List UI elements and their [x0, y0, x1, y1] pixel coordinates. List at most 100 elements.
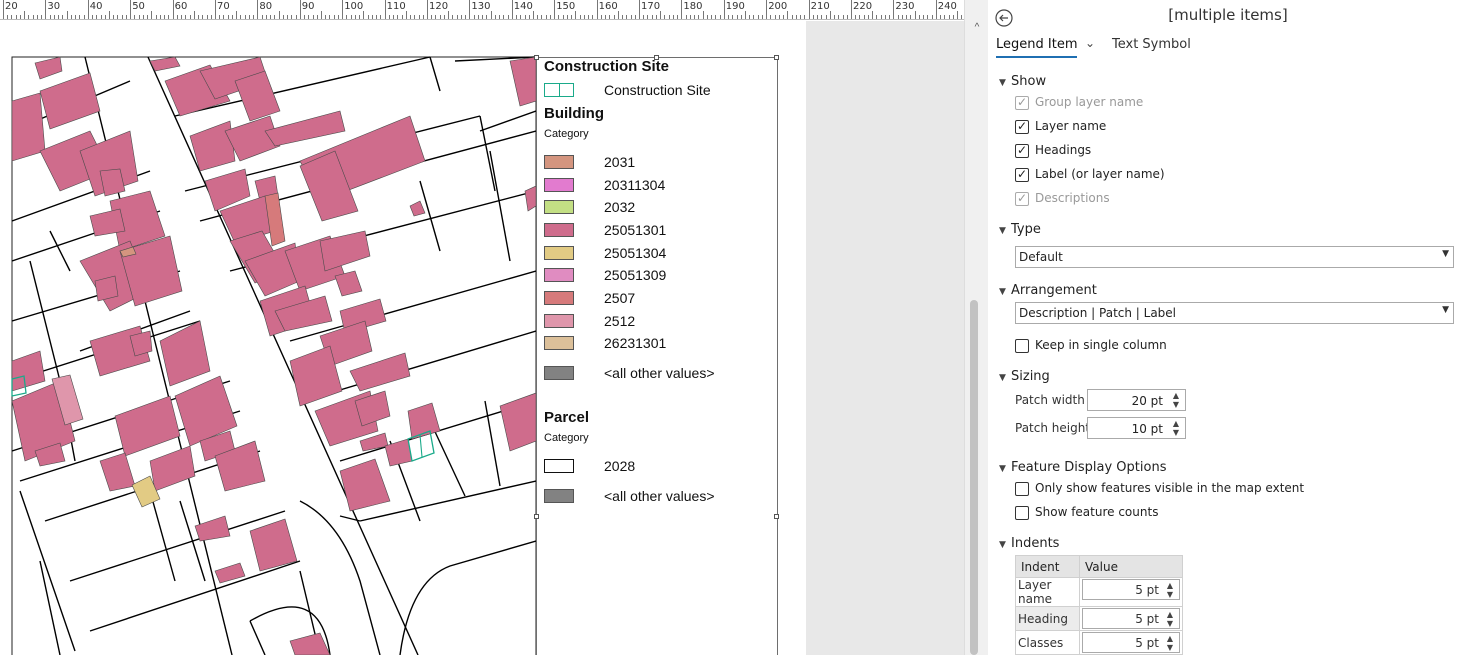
ruler-tick: [100, 15, 102, 19]
vertical-scrollbar[interactable]: ^: [964, 0, 988, 655]
ruler-tick: [575, 11, 577, 19]
ruler-tick: [778, 15, 780, 19]
indent-value-input[interactable]: 5 pt ▲ ▼: [1082, 632, 1180, 653]
checkbox-label: Group layer name: [1035, 95, 1144, 109]
ruler-tick: [359, 15, 361, 19]
selection-handle[interactable]: [774, 55, 779, 60]
ruler-tick: [439, 15, 441, 19]
ruler-tick: [240, 15, 242, 19]
section-sizing[interactable]: ▼ Sizing: [999, 369, 1050, 384]
section-arrangement[interactable]: ▼ Arrangement: [999, 283, 1097, 298]
ruler-tick: [511, 0, 513, 19]
ruler-tick: [499, 15, 501, 19]
section-indents[interactable]: ▼ Indents: [999, 536, 1059, 551]
checkbox-box[interactable]: [1015, 506, 1029, 520]
ruler-tick: [698, 15, 700, 19]
ruler-tick: [465, 15, 467, 19]
ruler-tick: [117, 15, 119, 19]
patch-width-input[interactable]: 20 pt ▲ ▼: [1087, 389, 1186, 411]
legend-patch: [544, 223, 574, 237]
ruler-tick: [702, 11, 704, 19]
indent-value-input[interactable]: 5 pt ▲ ▼: [1082, 579, 1180, 600]
ruler-tick: [800, 15, 802, 19]
tab-text-symbol[interactable]: Text Symbol: [1112, 37, 1191, 52]
arrangement-dropdown[interactable]: Description | Patch | Label ▼: [1015, 302, 1454, 324]
type-dropdown[interactable]: Default ▼: [1015, 246, 1454, 268]
checkbox-label: Layer name: [1035, 119, 1107, 133]
checkbox-box[interactable]: [1015, 95, 1029, 110]
section-heading: Indents: [1011, 536, 1060, 551]
ruler-tick: [274, 15, 276, 19]
ruler-label: 80: [259, 1, 273, 12]
ruler-tick: [745, 11, 746, 19]
input-value: 5 pt: [1135, 583, 1159, 597]
spinner-icon[interactable]: ▲ ▼: [1170, 391, 1182, 409]
ruler-tick: [834, 15, 836, 19]
ruler-tick: [401, 15, 403, 19]
checkbox-box[interactable]: [1015, 191, 1029, 206]
chevron-down-icon[interactable]: ⌄: [1085, 36, 1095, 50]
layout-page[interactable]: Construction Site Construction Site Buil…: [0, 21, 806, 655]
selection-handle[interactable]: [774, 514, 779, 519]
ruler-tick: [138, 15, 140, 19]
ruler-tick: [405, 11, 407, 19]
selection-handle[interactable]: [534, 514, 539, 519]
checkbox-label: Descriptions: [1035, 191, 1110, 205]
checkbox-box[interactable]: [1015, 143, 1029, 158]
section-type[interactable]: ▼ Type: [999, 222, 1041, 237]
ruler-label: 230: [895, 1, 915, 12]
scrollbar-thumb[interactable]: [970, 300, 978, 655]
ruler-tick: [944, 15, 946, 19]
ruler-tick: [371, 15, 373, 19]
ruler-tick: [626, 15, 628, 19]
spinner-icon[interactable]: ▲ ▼: [1164, 581, 1176, 599]
ruler-tick: [422, 15, 424, 19]
ruler-tick: [728, 15, 730, 19]
ruler-tick: [651, 15, 653, 19]
ruler-tick: [571, 15, 573, 19]
ruler-tick: [749, 15, 751, 19]
legend-element[interactable]: Construction Site Construction Site Buil…: [534, 55, 779, 655]
ruler-tick: [914, 11, 916, 19]
indent-value-cell: 5 pt ▲ ▼: [1079, 577, 1183, 607]
legend-patch: [544, 245, 574, 260]
indent-value-input[interactable]: 5 pt ▲ ▼: [1082, 608, 1180, 629]
spinner-icon[interactable]: ▲ ▼: [1170, 419, 1182, 437]
checkbox-box[interactable]: [1015, 167, 1029, 182]
section-feature-display[interactable]: ▼ Feature Display Options: [999, 460, 1166, 475]
ruler-tick: [45, 0, 47, 19]
ruler-tick: [350, 15, 352, 19]
ruler-tick: [503, 15, 505, 19]
ruler-tick: [134, 15, 136, 19]
ruler-label: 100: [344, 1, 364, 12]
ruler-tick: [329, 15, 331, 19]
selection-handle[interactable]: [534, 55, 539, 60]
ruler-tick: [176, 15, 178, 19]
ruler-tick: [337, 15, 339, 19]
ruler-tick: [410, 15, 412, 19]
ruler-tick: [672, 15, 674, 19]
ruler-tick: [931, 15, 933, 19]
ruler-tick: [630, 15, 632, 19]
tab-legend-item[interactable]: Legend Item: [996, 37, 1078, 58]
map-frame[interactable]: [0, 21, 536, 655]
scroll-up-icon[interactable]: ^: [965, 22, 989, 33]
ruler-tick: [227, 15, 229, 19]
spinner-icon[interactable]: ▲ ▼: [1164, 610, 1176, 628]
patch-height-input[interactable]: 10 pt ▲ ▼: [1087, 417, 1186, 439]
ruler-tick: [613, 15, 615, 19]
section-show[interactable]: ▼ Show: [999, 74, 1046, 89]
ruler-label: 220: [853, 1, 873, 12]
ruler-tick: [677, 15, 679, 19]
checkbox-box[interactable]: [1015, 119, 1029, 134]
indent-name-cell: Heading: [1015, 606, 1080, 631]
checkbox-box[interactable]: [1015, 482, 1029, 496]
layout-canvas[interactable]: Construction Site Construction Site Buil…: [0, 21, 964, 655]
spinner-icon[interactable]: ▲ ▼: [1164, 634, 1176, 652]
legend-patch: [544, 268, 574, 282]
section-heading: Feature Display Options: [1011, 460, 1167, 475]
legend-patch: [544, 313, 574, 328]
indent-name-cell: Layer name: [1015, 577, 1080, 607]
checkbox-box[interactable]: [1015, 339, 1029, 353]
indent-value-cell: 5 pt ▲ ▼: [1079, 606, 1183, 631]
